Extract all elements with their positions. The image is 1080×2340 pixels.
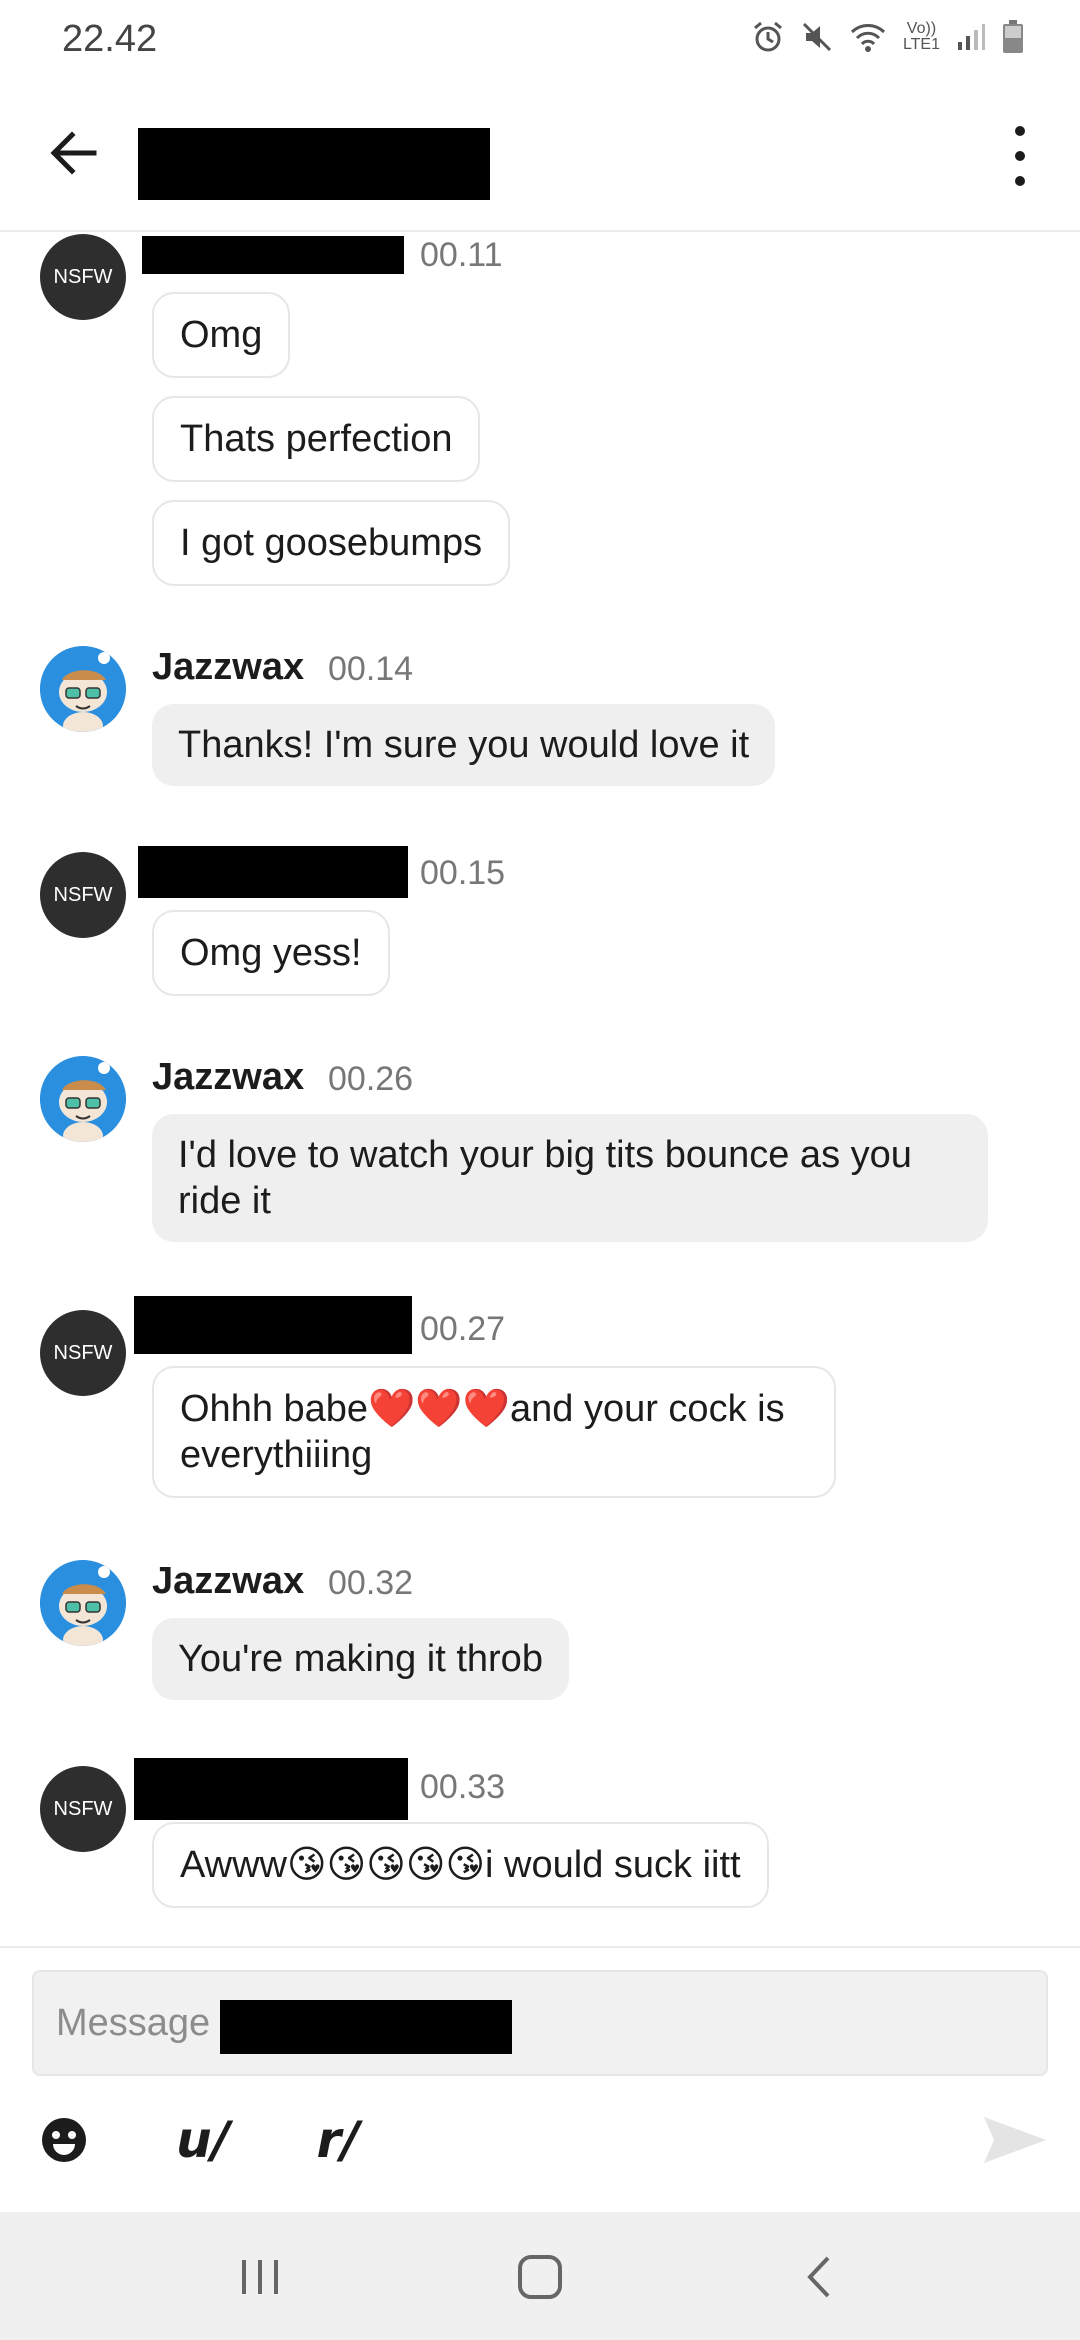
sender-name-redacted bbox=[134, 1296, 412, 1354]
chat-header bbox=[0, 90, 1080, 232]
alarm-icon bbox=[751, 20, 785, 54]
kebab-dot bbox=[1015, 126, 1025, 136]
mute-icon bbox=[801, 21, 833, 53]
network-label: Vo)) LTE1 bbox=[902, 20, 940, 53]
signal-icon bbox=[956, 22, 986, 52]
chat-title-redacted bbox=[138, 128, 490, 200]
avatar-snoo[interactable] bbox=[40, 646, 126, 732]
snoo-avatar-icon bbox=[40, 1056, 126, 1142]
emoji-button[interactable] bbox=[34, 2110, 94, 2170]
user-mention-button[interactable]: u/ bbox=[168, 2110, 238, 2170]
sender-name-redacted bbox=[142, 236, 404, 274]
sender-name[interactable]: Jazzwax bbox=[152, 1056, 304, 1099]
sender-name-redacted bbox=[138, 846, 408, 898]
message-time: 00.33 bbox=[420, 1768, 506, 1806]
snoo-avatar-icon bbox=[40, 646, 126, 732]
redacted-input-text bbox=[220, 2000, 512, 2054]
sender-name-redacted bbox=[134, 1758, 408, 1820]
message-time: 00.11 bbox=[420, 236, 503, 274]
recent-apps-button[interactable] bbox=[230, 2252, 290, 2302]
smiley-icon bbox=[42, 2118, 86, 2162]
message-bubble[interactable]: Thanks! I'm sure you would love it bbox=[152, 704, 776, 786]
arrow-left-icon bbox=[50, 131, 97, 175]
more-options-button[interactable] bbox=[1000, 126, 1040, 186]
message-placeholder: Message bbox=[56, 2002, 211, 2044]
snoo-avatar-icon bbox=[40, 1560, 126, 1646]
battery-icon bbox=[1002, 20, 1024, 54]
message-bubble[interactable]: You're making it throb bbox=[152, 1618, 569, 1700]
message-bubble[interactable]: Omg yess! bbox=[152, 910, 390, 996]
message-time: 00.32 bbox=[328, 1564, 414, 1602]
avatar-nsfw[interactable]: NSFW bbox=[40, 852, 126, 938]
message-bubble[interactable]: I'd love to watch your big tits bounce a… bbox=[152, 1114, 988, 1242]
status-time: 22.42 bbox=[62, 18, 158, 60]
back-button[interactable] bbox=[40, 120, 106, 186]
kebab-dot bbox=[1015, 176, 1025, 186]
composer-divider bbox=[0, 1946, 1080, 1948]
wifi-icon bbox=[849, 21, 887, 53]
avatar-nsfw[interactable]: NSFW bbox=[40, 1310, 126, 1396]
avatar-snoo[interactable] bbox=[40, 1560, 126, 1646]
message-bubble[interactable]: Awww😘😘😘😘😘i would suck iitt bbox=[152, 1822, 769, 1908]
avatar-snoo[interactable] bbox=[40, 1056, 126, 1142]
system-back-button[interactable] bbox=[790, 2252, 850, 2302]
kebab-dot bbox=[1015, 151, 1025, 161]
avatar-nsfw[interactable]: NSFW bbox=[40, 234, 126, 320]
status-icons: Vo)) LTE1 bbox=[751, 20, 1024, 54]
message-time: 00.26 bbox=[328, 1060, 414, 1098]
recent-apps-icon bbox=[242, 2260, 278, 2294]
sender-name[interactable]: Jazzwax bbox=[152, 1560, 304, 1603]
message-input[interactable]: Message bbox=[32, 1970, 1048, 2076]
system-nav-bar bbox=[0, 2212, 1080, 2340]
home-button[interactable] bbox=[510, 2250, 570, 2304]
avatar-nsfw[interactable]: NSFW bbox=[40, 1766, 126, 1852]
message-time: 00.15 bbox=[420, 854, 506, 892]
message-bubble[interactable]: Ohhh babe❤️❤️❤️and your cock is everythi… bbox=[152, 1366, 836, 1498]
home-icon bbox=[518, 2255, 562, 2299]
message-bubble[interactable]: Thats perfection bbox=[152, 396, 481, 482]
send-icon bbox=[984, 2117, 1046, 2163]
subreddit-mention-button[interactable]: r/ bbox=[308, 2110, 368, 2170]
chevron-left-icon bbox=[807, 2256, 830, 2298]
message-time: 00.14 bbox=[328, 650, 414, 688]
sender-name[interactable]: Jazzwax bbox=[152, 646, 304, 689]
message-time: 00.27 bbox=[420, 1310, 506, 1348]
message-bubble[interactable]: Omg bbox=[152, 292, 291, 378]
send-button[interactable] bbox=[980, 2110, 1050, 2170]
status-bar: 22.42 Vo)) LTE1 bbox=[0, 0, 1080, 90]
message-bubble[interactable]: I got goosebumps bbox=[152, 500, 511, 586]
